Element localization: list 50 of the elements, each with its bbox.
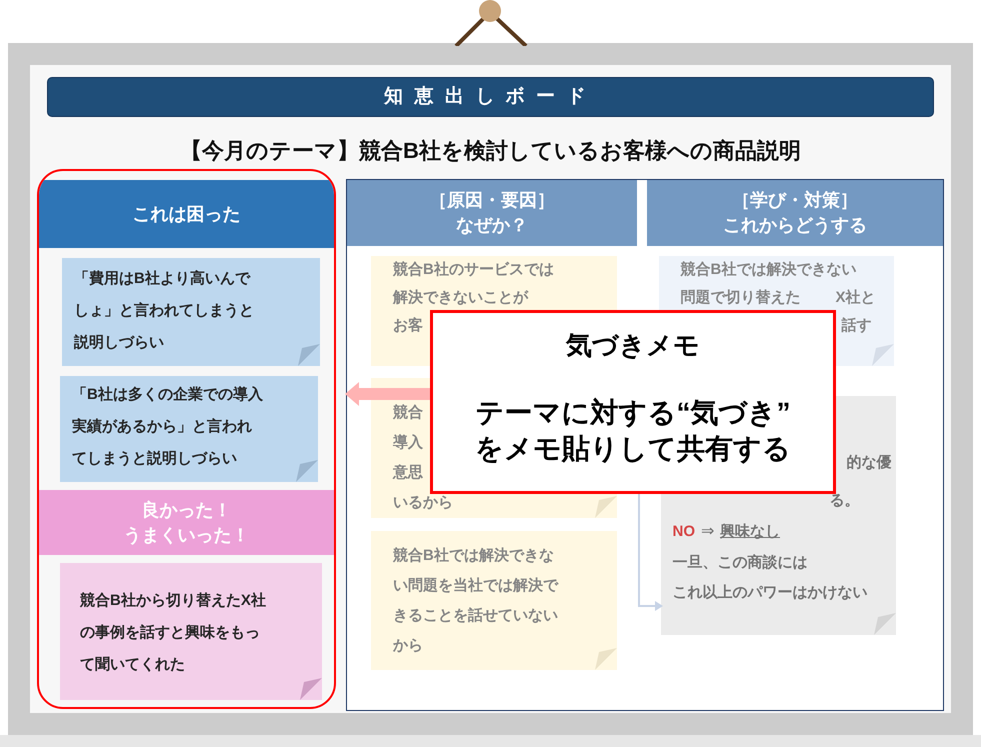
note-text: 「費用はB社より高いんで — [74, 268, 250, 289]
note-text: 「B社は多くの企業での導入 — [72, 384, 263, 405]
note-text: これ以上のパワーはかけない — [672, 582, 868, 603]
header-text: これは困った — [132, 202, 240, 226]
note-text: しょ」と言われてしまうと — [74, 300, 254, 321]
memo-text: テーマに対する“気づき” — [476, 396, 790, 430]
folded-corner-icon — [595, 496, 617, 518]
note-text: 競合 — [393, 402, 423, 423]
note-text: 競合B社のサービスでは — [393, 260, 554, 280]
note-text: 競合B社では解決できない — [680, 260, 856, 280]
note-text: て聞いてくれた — [80, 654, 185, 675]
note-text: の事例を話すと興味をもっ — [80, 622, 260, 643]
note-text: 競合B社では解決できな — [393, 546, 554, 566]
memo-text: をメモ貼りして共有する — [475, 432, 791, 466]
note-text: X社と — [835, 288, 876, 308]
note-text: 的な優 — [846, 452, 892, 473]
note-text: い問題を当社では解決で — [393, 576, 558, 596]
note-text: から — [393, 636, 423, 656]
verdict-value: 興味なし — [720, 522, 780, 542]
header-text: これからどうする — [722, 214, 867, 237]
arrow-text: ⇒ — [701, 522, 714, 542]
note-text: いるから — [393, 492, 453, 513]
note-text: 意思 — [393, 462, 423, 483]
note-text: る。 — [830, 490, 860, 511]
note-text: きることを話せていない — [393, 606, 558, 626]
header-text: ［学び・対策］ — [732, 189, 858, 212]
header-text: うまくいった！ — [124, 524, 250, 547]
header-text: ［原因・要因］ — [428, 189, 555, 212]
note-text: お客 — [393, 316, 423, 336]
note-text: 導入 — [393, 432, 423, 453]
memo-title: 気づきメモ — [566, 329, 700, 362]
note-text: 説明しづらい — [74, 332, 164, 353]
folded-corner-icon — [872, 344, 894, 366]
note-text: 解決できないことが — [393, 288, 528, 308]
header-text: 良かった！ — [142, 498, 232, 522]
folded-corner-icon — [595, 648, 617, 670]
note-text: 問題で切り替えた — [680, 288, 800, 308]
note-text: 話す — [842, 316, 872, 336]
folded-corner-icon — [298, 344, 320, 366]
board-title: 知恵出しボード — [47, 77, 934, 117]
header-text: なぜか？ — [456, 214, 528, 237]
theme-heading: 【今月のテーマ】競合B社を検討しているお客様への商品説明 — [179, 137, 802, 165]
verdict-label: NO — [672, 522, 695, 542]
note-text: 競合B社から切り替えたX社 — [80, 590, 266, 611]
folded-corner-icon — [296, 460, 318, 482]
note-text: 実績があるから」と言われ — [72, 416, 252, 437]
folded-corner-icon — [300, 678, 322, 700]
folded-corner-icon — [874, 613, 896, 635]
note-text: てしまうと説明しづらい — [72, 448, 237, 469]
note-text: 一旦、この商談には — [672, 552, 808, 573]
